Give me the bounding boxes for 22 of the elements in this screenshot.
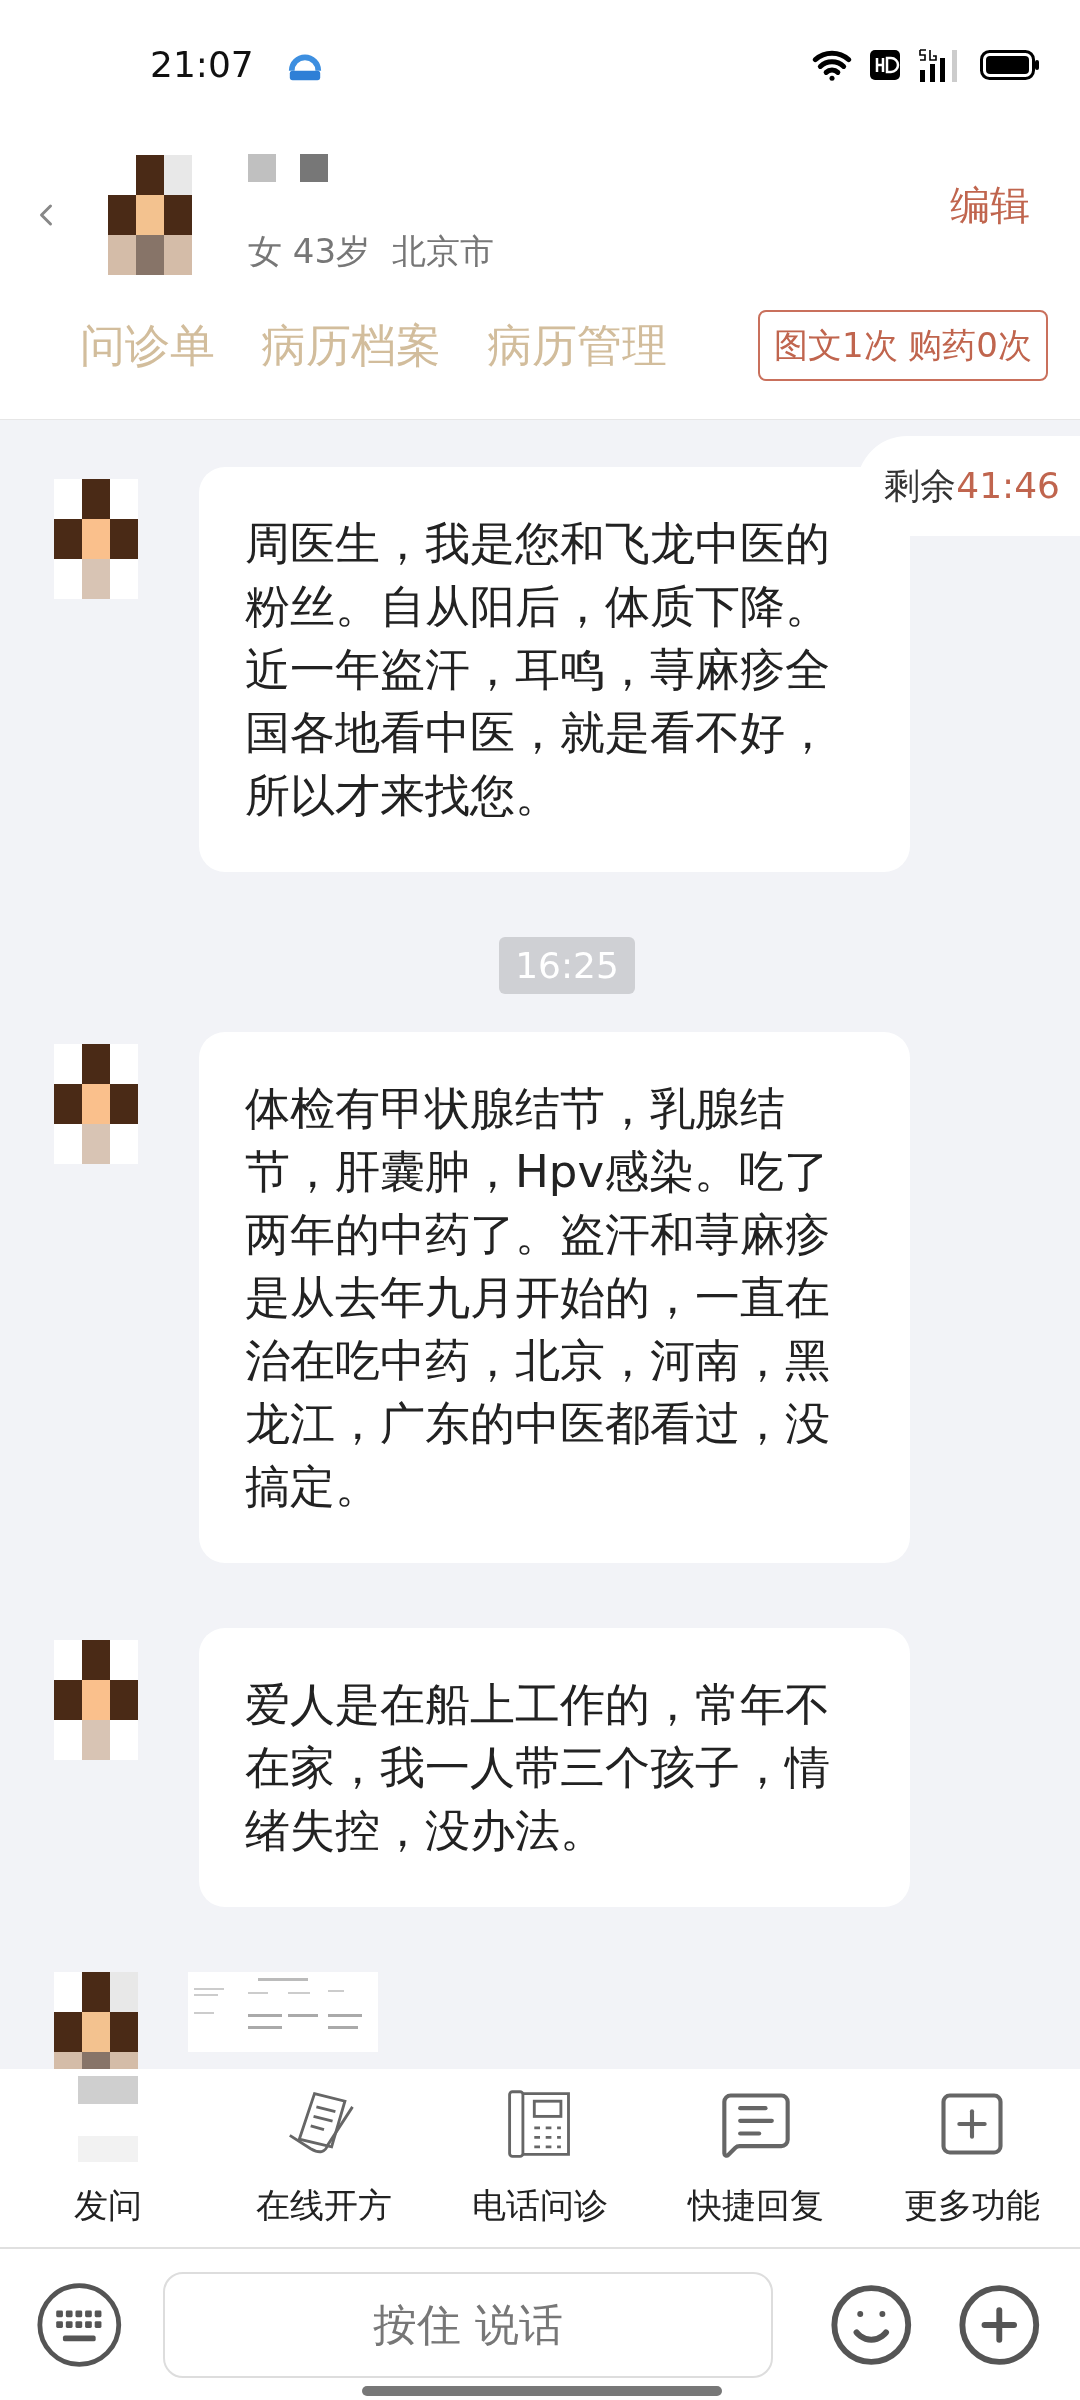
- message-bubble: 体检有甲状腺结节，乳腺结节，肝囊肿，Hpv感染。吃了两年的中药了。盗汗和荨麻疹是从去年九月开始的，一直在治在吃中药，北京，河南，黑龙江，广东的中医都看过，没搞定。: [199, 1032, 910, 1563]
- toolbar-button[interactable]: 电话问诊: [432, 2069, 648, 2247]
- avatar[interactable]: [54, 1972, 138, 2069]
- keyboard-icon[interactable]: [36, 2280, 123, 2369]
- avatar[interactable]: [108, 155, 192, 275]
- hold-to-talk-field[interactable]: 按住 说话: [162, 2271, 773, 2378]
- avatar[interactable]: [54, 1640, 138, 1760]
- clock: 21:07: [150, 43, 254, 87]
- message-bubble: 爱人是在船上工作的，常年不在家，我一人带三个孩子，情绪失控，没办法。: [199, 1628, 910, 1907]
- toolbar-button[interactable]: 在线开方: [216, 2069, 432, 2247]
- toolbar-button[interactable]: 更多功能: [864, 2069, 1080, 2247]
- avatar[interactable]: [54, 1044, 138, 1164]
- toolbar-button[interactable]: 快捷回复: [648, 2069, 864, 2247]
- avatar[interactable]: [54, 479, 138, 599]
- patient-city: 北京市: [392, 229, 495, 273]
- battery-icon: [980, 50, 1040, 80]
- patient-gender-age: 女 43岁: [248, 229, 371, 273]
- toolbar-button[interactable]: 发问: [0, 2069, 216, 2247]
- edit-button[interactable]: 编辑: [950, 175, 1030, 235]
- quota-badge: 图文1次 购药0次: [757, 310, 1048, 381]
- blurred-icon: [78, 2076, 138, 2162]
- hd-icon: [870, 50, 900, 80]
